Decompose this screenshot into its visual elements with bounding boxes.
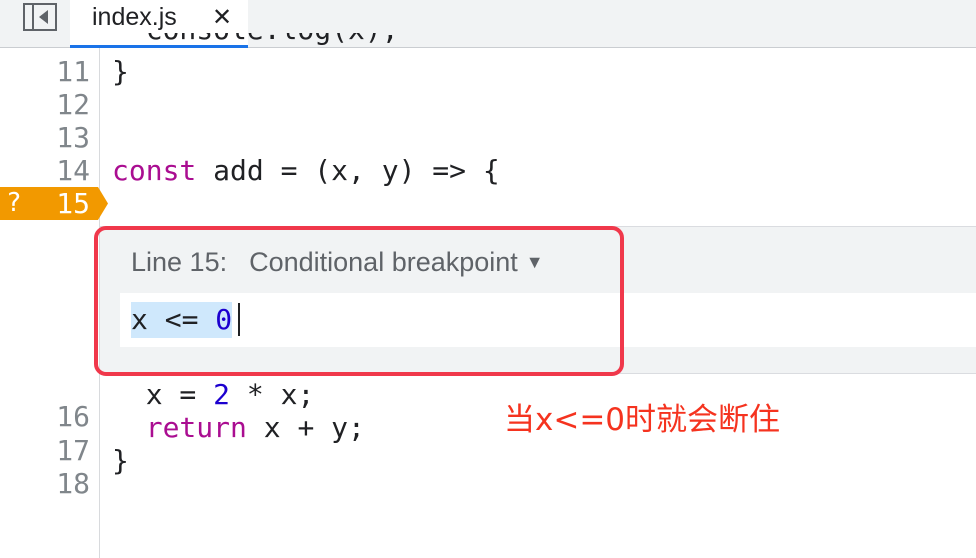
code-line-15: x = 2 * x; bbox=[112, 378, 315, 411]
conditional-breakpoint-marker[interactable]: ? 15 bbox=[0, 187, 108, 220]
line-number[interactable]: 16 bbox=[0, 400, 90, 433]
keyword-return: return bbox=[145, 411, 247, 444]
line-number[interactable]: 11 bbox=[0, 55, 90, 88]
line-number[interactable]: 14 bbox=[0, 154, 90, 187]
code-text: x + y; bbox=[246, 411, 365, 444]
keyword-const: const bbox=[112, 154, 197, 187]
sidebar-toggle-icon[interactable] bbox=[22, 2, 58, 32]
breakpoint-condition-icon: ? bbox=[6, 188, 22, 218]
code-text: x = bbox=[112, 378, 214, 411]
code-text: * x; bbox=[230, 378, 315, 411]
code-text: } bbox=[112, 55, 129, 88]
code-line-cut: console.log(x); bbox=[112, 33, 422, 47]
code-text: add = (x, y) => { bbox=[196, 154, 500, 187]
breakpoint-line-number: 15 bbox=[56, 187, 90, 220]
code-text: console.log(x); bbox=[112, 33, 399, 46]
number-literal: 2 bbox=[213, 378, 231, 411]
line-number[interactable]: 13 bbox=[0, 121, 90, 154]
code-line-11: } bbox=[112, 55, 129, 88]
code-text: } bbox=[112, 444, 129, 477]
line-number[interactable]: 18 bbox=[0, 467, 90, 500]
annotation-text: 当x<=0时就会断住 bbox=[504, 402, 781, 438]
code-line-14: const add = (x, y) => { bbox=[112, 154, 500, 187]
code-line-17: } bbox=[112, 444, 129, 477]
annotation-highlight-box bbox=[94, 226, 624, 376]
line-number[interactable]: 12 bbox=[0, 88, 90, 121]
line-number[interactable]: 17 bbox=[0, 434, 90, 467]
close-icon[interactable]: ✕ bbox=[212, 2, 232, 32]
tab-title: index.js bbox=[92, 3, 177, 31]
code-line-16: return x + y; bbox=[112, 411, 365, 444]
